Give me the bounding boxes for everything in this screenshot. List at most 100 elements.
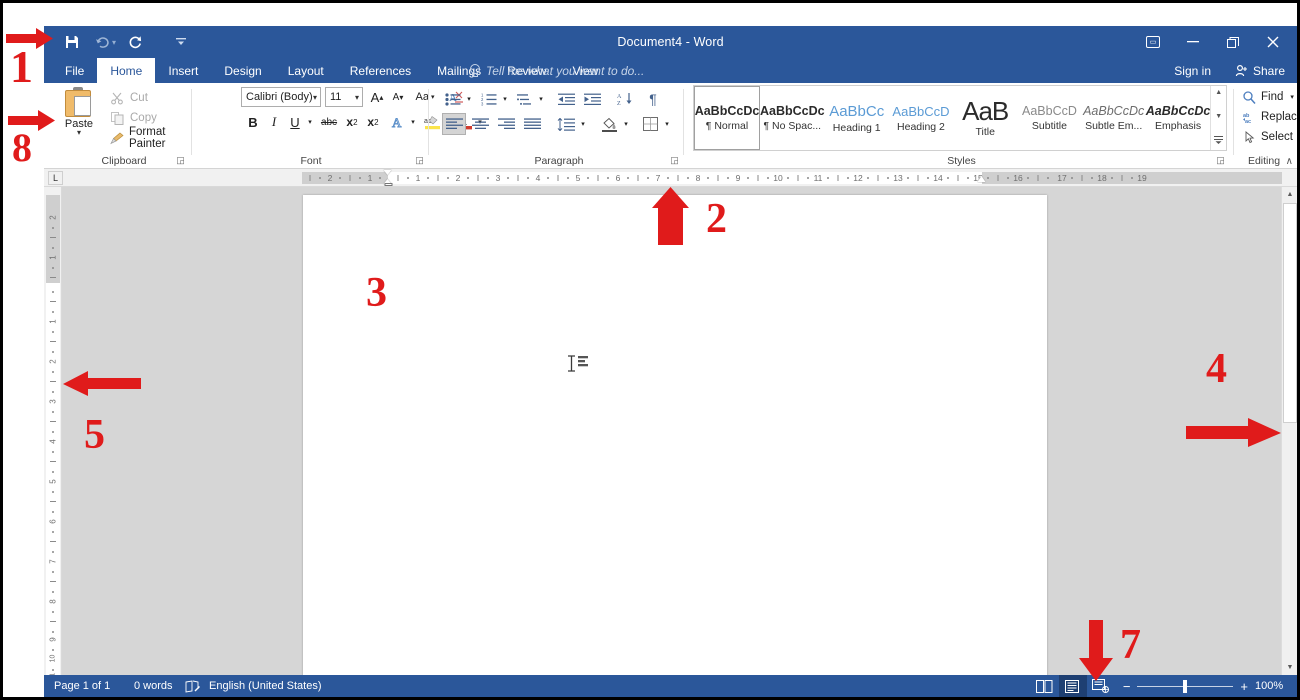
zoom-control[interactable]: − + 100% — [1115, 679, 1297, 694]
line-spacing-caret[interactable]: ▾ — [577, 113, 589, 135]
multilevel-list-button[interactable] — [514, 88, 536, 110]
tab-layout[interactable]: Layout — [275, 58, 337, 83]
restore-button[interactable] — [1213, 27, 1253, 57]
cut-button[interactable]: Cut — [110, 89, 148, 107]
align-right-button[interactable] — [494, 113, 518, 135]
font-dialog-launcher[interactable]: ◲ — [414, 155, 425, 166]
text-effects-icon: A — [391, 115, 405, 129]
shrink-font-glyph: A — [393, 92, 400, 103]
subscript-button[interactable]: x2 — [342, 111, 362, 133]
zoom-level-label[interactable]: 100% — [1255, 680, 1289, 692]
numbering-caret[interactable]: ▾ — [499, 88, 511, 110]
style-title[interactable]: AaB Title — [953, 86, 1017, 150]
styles-scroll-down-button[interactable]: ▼ — [1215, 112, 1222, 122]
close-button[interactable] — [1253, 27, 1293, 57]
font-size-caret[interactable]: ▾ — [355, 93, 359, 102]
tab-references[interactable]: References — [337, 58, 424, 83]
vertical-ruler[interactable]: 2 1 1 2 3 — [44, 187, 62, 675]
styles-gallery[interactable]: AaBbCcDc ¶ Normal AaBbCcDc ¶ No Spac... … — [693, 85, 1227, 151]
tab-stop-selector[interactable]: L — [48, 171, 63, 185]
document-page[interactable] — [303, 195, 1047, 697]
styles-dialog-launcher[interactable]: ◲ — [1215, 155, 1226, 166]
language-indicator[interactable]: English (United States) — [209, 675, 322, 697]
font-name-input[interactable]: Calibri (Body) ▾ — [241, 87, 321, 107]
align-left-button[interactable] — [442, 113, 466, 135]
bullets-caret[interactable]: ▾ — [463, 88, 475, 110]
paragraph-dialog-launcher[interactable]: ◲ — [669, 155, 680, 166]
copy-button[interactable]: Copy — [110, 109, 157, 127]
text-effects-caret[interactable]: ▾ — [407, 111, 419, 133]
style-subtitle[interactable]: AaBbCcD Subtitle — [1017, 86, 1081, 150]
title-bar: ▾ Document4 - Word ▭ — [44, 26, 1297, 58]
shrink-font-button[interactable]: A▾ — [388, 86, 408, 108]
zoom-slider[interactable] — [1137, 679, 1233, 693]
style-emphasis[interactable]: AaBbCcDc Emphasis — [1146, 86, 1211, 150]
scroll-down-arrow-icon[interactable]: ▼ — [1282, 660, 1297, 675]
ribbon-display-options-icon[interactable]: ▭ — [1133, 27, 1173, 57]
collapse-ribbon-button[interactable]: ∧ — [1286, 156, 1293, 167]
line-spacing-button[interactable] — [554, 113, 578, 135]
align-center-button[interactable] — [468, 113, 492, 135]
style-no-spacing[interactable]: AaBbCcDc ¶ No Spac... — [760, 86, 825, 150]
paste-dropdown-caret[interactable]: ▾ — [77, 130, 81, 136]
borders-caret[interactable]: ▾ — [661, 113, 673, 135]
sort-button[interactable]: AZ — [614, 88, 636, 110]
zoom-slider-thumb[interactable] — [1183, 680, 1187, 693]
increase-indent-button[interactable] — [581, 88, 605, 110]
share-button[interactable]: Share — [1227, 58, 1293, 83]
style-heading-2[interactable]: AaBbCcD Heading 2 — [889, 86, 953, 150]
select-button[interactable]: Select ▾ — [1242, 128, 1297, 146]
tab-insert[interactable]: Insert — [155, 58, 211, 83]
tab-file[interactable]: File — [52, 58, 97, 83]
style-subtle-emphasis[interactable]: AaBbCcDc Subtle Em... — [1082, 86, 1146, 150]
styles-scroll-up-button[interactable]: ▲ — [1215, 88, 1222, 98]
shading-caret[interactable]: ▾ — [620, 113, 632, 135]
style-heading-1[interactable]: AaBbCc Heading 1 — [825, 86, 889, 150]
format-painter-button[interactable]: Format Painter — [110, 129, 192, 147]
bold-button[interactable]: B — [243, 111, 263, 133]
borders-button[interactable] — [638, 113, 662, 135]
tell-me-search[interactable]: Tell me what you want to do... — [469, 58, 644, 83]
vertical-scrollbar-thumb[interactable] — [1283, 203, 1297, 423]
underline-button[interactable]: U — [285, 111, 305, 133]
strikethrough-button[interactable]: abc — [318, 111, 340, 133]
multilevel-list-caret[interactable]: ▾ — [535, 88, 547, 110]
sign-in-button[interactable]: Sign in — [1174, 58, 1211, 83]
tab-home[interactable]: Home — [97, 58, 155, 83]
vertical-scrollbar[interactable]: ▲ ▼ — [1281, 187, 1297, 675]
decrease-indent-button[interactable] — [555, 88, 579, 110]
horizontal-ruler[interactable]: L 2 1 1 — [44, 169, 1297, 187]
scroll-up-arrow-icon[interactable]: ▲ — [1282, 187, 1297, 202]
styles-more-button[interactable] — [1214, 136, 1223, 148]
styles-gallery-scroll[interactable]: ▲ ▼ — [1210, 86, 1226, 150]
tab-design[interactable]: Design — [211, 58, 274, 83]
justify-button[interactable] — [520, 113, 544, 135]
find-button[interactable]: Find ▾ — [1242, 88, 1294, 106]
superscript-button[interactable]: x2 — [363, 111, 383, 133]
style-normal[interactable]: AaBbCcDc ¶ Normal — [694, 86, 760, 150]
vruler-label-1: 1 — [49, 252, 58, 264]
paste-button[interactable]: Paste ▾ — [54, 86, 104, 148]
proofing-status-icon[interactable] — [185, 675, 201, 697]
shading-button[interactable] — [597, 113, 621, 135]
show-formatting-marks-button[interactable]: ¶ — [642, 88, 664, 110]
find-label: Find — [1261, 91, 1283, 103]
bullets-button[interactable] — [442, 88, 464, 110]
find-caret[interactable]: ▾ — [1290, 93, 1294, 101]
word-count[interactable]: 0 words — [134, 675, 173, 697]
ruler-label-10: 10 — [773, 172, 782, 184]
font-size-input[interactable]: 11 ▾ — [325, 87, 363, 107]
page-indicator[interactable]: Page 1 of 1 — [54, 675, 110, 697]
minimize-button[interactable] — [1173, 27, 1213, 57]
clipboard-dialog-launcher[interactable]: ◲ — [175, 155, 186, 166]
numbering-button[interactable]: 123 — [478, 88, 500, 110]
font-name-caret[interactable]: ▾ — [313, 93, 317, 102]
replace-button[interactable]: abac Replace — [1242, 108, 1297, 126]
text-effects-button[interactable]: A — [388, 111, 408, 133]
zoom-out-button[interactable]: − — [1123, 679, 1131, 694]
zoom-in-button[interactable]: + — [1240, 679, 1248, 694]
grow-font-button[interactable]: A▴ — [367, 86, 387, 108]
underline-caret[interactable]: ▾ — [304, 111, 316, 133]
read-mode-view-button[interactable] — [1031, 675, 1059, 697]
italic-button[interactable]: I — [265, 111, 283, 133]
